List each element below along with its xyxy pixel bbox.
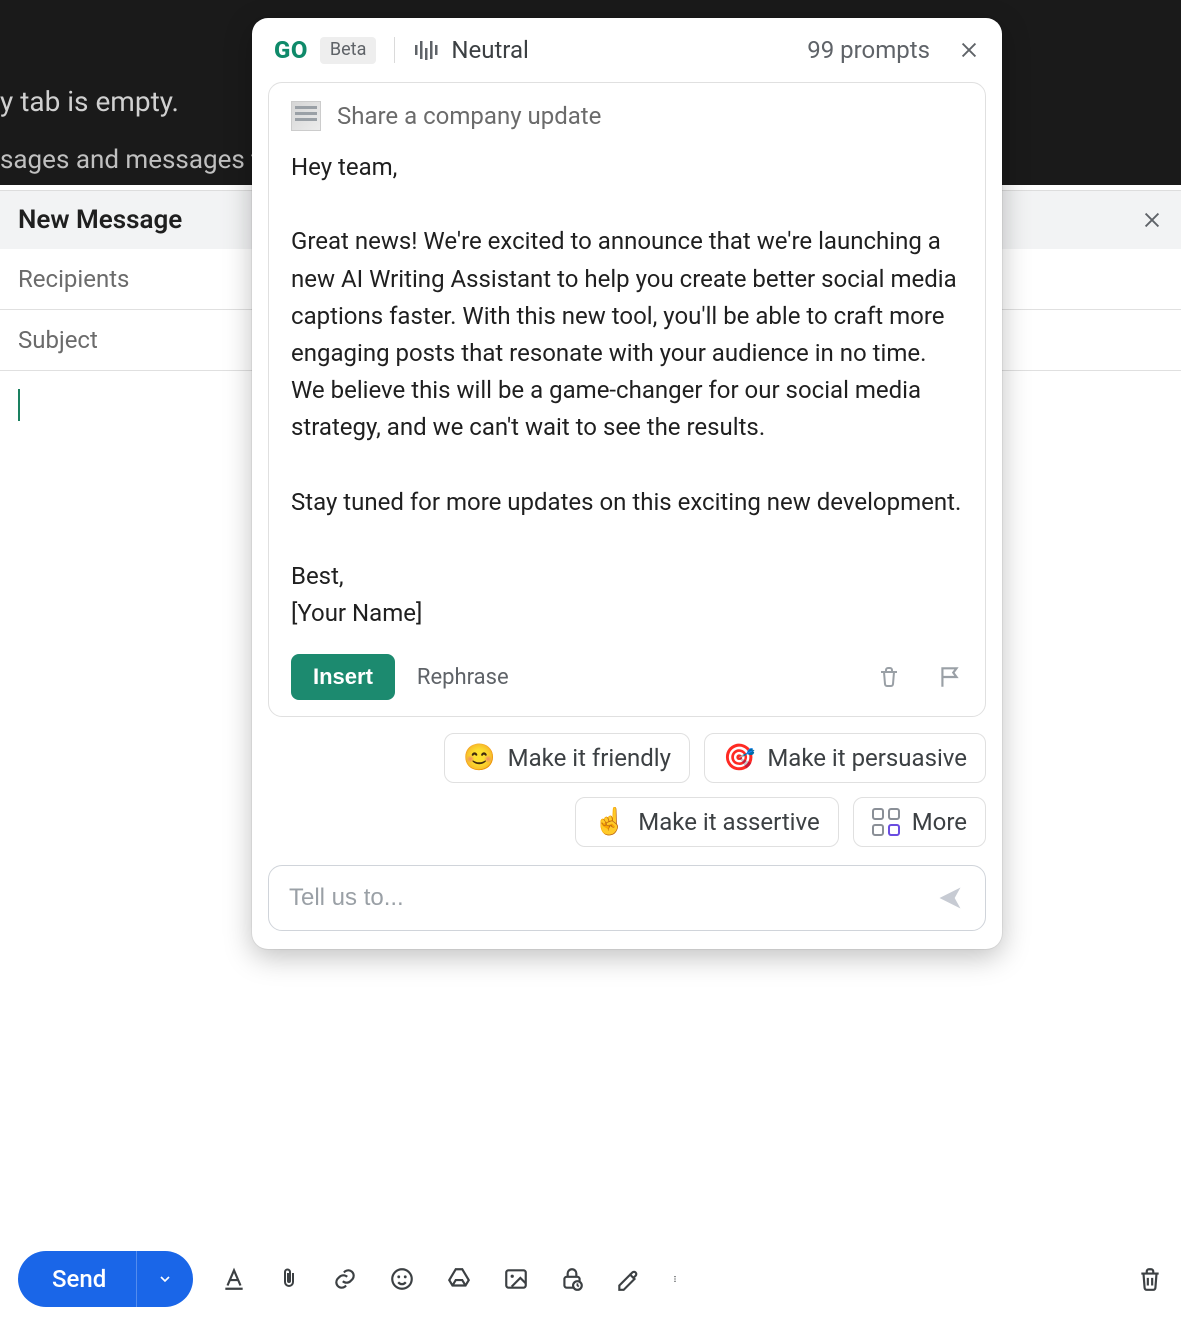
prompts-count[interactable]: 99 prompts: [807, 36, 930, 64]
suggestion-card: Share a company update Hey team, Great n…: [268, 82, 986, 717]
grid-icon: [872, 808, 900, 836]
background-text-1: y tab is empty.: [0, 85, 179, 118]
header-divider: [394, 37, 395, 63]
ai-panel-header: GO Beta Neutral 99 prompts: [252, 18, 1002, 78]
tone-icon[interactable]: [413, 39, 439, 61]
discard-icon[interactable]: [1137, 1265, 1163, 1293]
prompt-input-wrap[interactable]: [268, 865, 986, 931]
image-icon[interactable]: [503, 1266, 529, 1292]
suggestion-actions: Insert Rephrase: [291, 654, 963, 700]
confidential-icon[interactable]: [559, 1265, 585, 1293]
smile-emoji-icon: 😊: [463, 745, 495, 771]
tone-chip-row: 😊 Make it friendly 🎯 Make it persuasive …: [252, 717, 1002, 847]
link-icon[interactable]: [331, 1266, 359, 1292]
point-up-emoji-icon: ☝️: [594, 809, 626, 835]
send-prompt-icon[interactable]: [935, 884, 965, 912]
send-button[interactable]: Send: [18, 1251, 136, 1307]
beta-badge: Beta: [320, 37, 376, 64]
emoji-icon[interactable]: [389, 1266, 415, 1292]
ai-close-icon[interactable]: [958, 39, 980, 61]
chip-persuasive-label: Make it persuasive: [767, 744, 967, 772]
compose-title: New Message: [18, 205, 182, 235]
send-label: Send: [52, 1265, 106, 1293]
generated-text: Hey team, Great news! We're excited to a…: [291, 149, 963, 632]
flag-suggestion-icon[interactable]: [937, 664, 963, 690]
text-format-icon[interactable]: [221, 1266, 247, 1292]
suggestion-title: Share a company update: [337, 102, 601, 130]
chip-more[interactable]: More: [853, 797, 986, 847]
delete-suggestion-icon[interactable]: [877, 664, 901, 690]
go-logo: GO: [274, 36, 308, 64]
send-button-group: Send: [18, 1251, 193, 1307]
newspaper-icon: [291, 101, 321, 131]
tone-label[interactable]: Neutral: [451, 36, 528, 64]
chip-more-label: More: [912, 808, 967, 836]
recipients-placeholder: Recipients: [18, 265, 129, 293]
insert-button[interactable]: Insert: [291, 654, 395, 700]
drive-icon[interactable]: [445, 1266, 473, 1292]
rephrase-button[interactable]: Rephrase: [417, 665, 509, 690]
chip-persuasive[interactable]: 🎯 Make it persuasive: [704, 733, 986, 783]
compose-toolbar: Send: [0, 1251, 1181, 1307]
background-text-2: sages and messages t: [0, 145, 260, 175]
subject-placeholder: Subject: [18, 326, 98, 354]
ai-assist-panel: GO Beta Neutral 99 prompts Share a compa…: [252, 18, 1002, 949]
suggestion-header: Share a company update: [291, 101, 963, 131]
prompt-input[interactable]: [289, 884, 923, 912]
send-more-options[interactable]: [137, 1251, 193, 1307]
toolbar-icons: [221, 1265, 679, 1293]
signature-icon[interactable]: [615, 1266, 641, 1292]
chip-assertive-label: Make it assertive: [638, 808, 819, 836]
chip-assertive[interactable]: ☝️ Make it assertive: [575, 797, 839, 847]
more-options-icon[interactable]: [671, 1266, 679, 1292]
chip-friendly-label: Make it friendly: [508, 744, 671, 772]
compose-close-icon[interactable]: [1141, 209, 1163, 231]
text-cursor: [18, 389, 20, 421]
target-emoji-icon: 🎯: [723, 745, 755, 771]
attach-icon[interactable]: [277, 1266, 301, 1292]
chip-friendly[interactable]: 😊 Make it friendly: [444, 733, 690, 783]
